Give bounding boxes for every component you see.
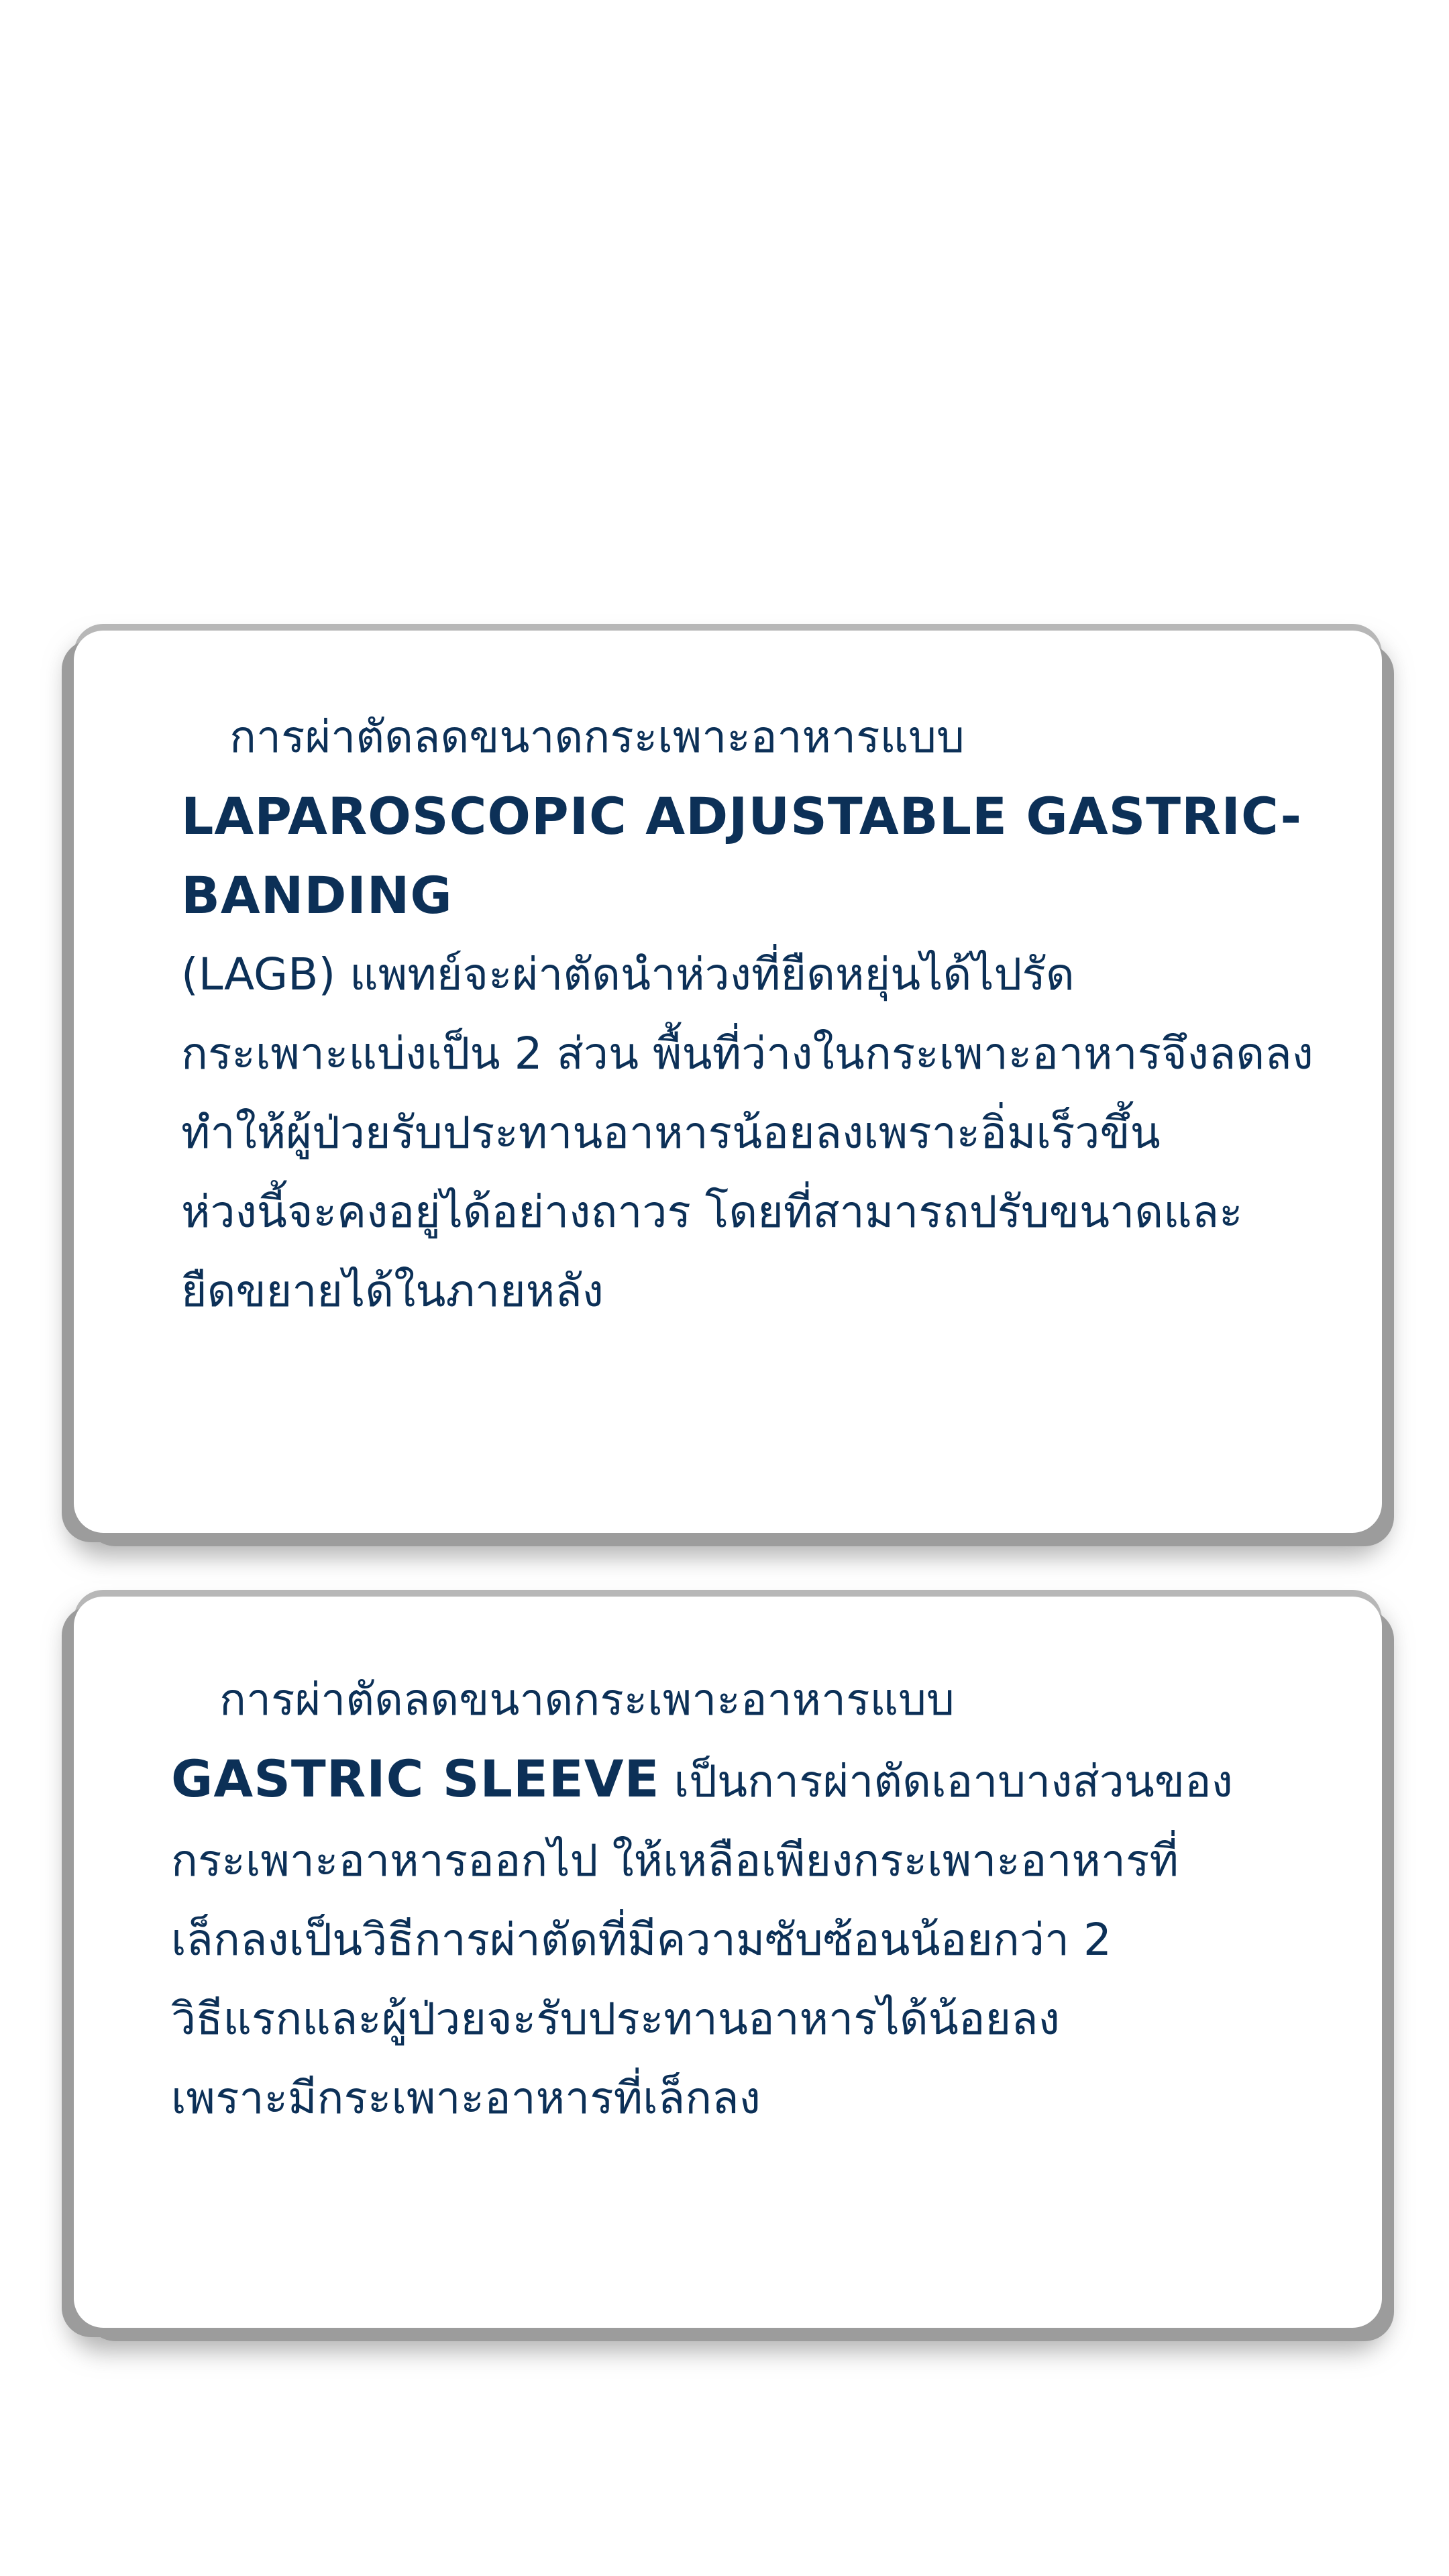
card-intro: การผ่าตัดลดขนาดกระเพาะอาหารแบบ — [229, 711, 965, 763]
card-heading-continuation: เป็นการผ่าตัดเอาบางส่วนของ — [659, 1756, 1233, 1807]
lagb-info-card: การผ่าตัดลดขนาดกระเพาะอาหารแบบ LAPAROSCO… — [74, 631, 1382, 1533]
card-body-line: ยืดขยายได้ในภายหลัง — [181, 1265, 604, 1317]
card-body-line: กระเพาะแบ่งเป็น 2 ส่วน พื้นที่ว่างในกระเ… — [181, 1028, 1313, 1079]
card-heading: GASTRIC SLEEVE — [171, 1749, 660, 1809]
card-body-line: เล็กลงเป็นวิธีการผ่าตัดที่มีความซับซ้อนน… — [171, 1914, 1112, 1966]
gastric-sleeve-info-card: การผ่าตัดลดขนาดกระเพาะอาหารแบบ GASTRIC S… — [74, 1597, 1382, 2328]
card-body-line: กระเพาะอาหารออกไป ให้เหลือเพียงกระเพาะอา… — [171, 1835, 1179, 1886]
card-body-line: วิธีแรกและผู้ป่วยจะรับประทานอาหารได้น้อย… — [171, 1993, 1060, 2045]
card-body-line: (LAGB) แพทย์จะผ่าตัดนำห่วงที่ยืดหยุ่นได้… — [181, 949, 1075, 1000]
card-body-line: เพราะมีกระเพาะอาหารที่เล็กลง — [171, 2072, 761, 2124]
card-heading: LAPAROSCOPIC ADJUSTABLE GASTRIC- BANDING — [181, 786, 1303, 925]
card-body-line: ทำให้ผู้ป่วยรับประทานอาหารน้อยลงเพราะอิ่… — [181, 1107, 1161, 1159]
card-intro: การผ่าตัดลดขนาดกระเพาะอาหารแบบ — [219, 1674, 955, 1725]
card-body-line: ห่วงนี้จะคงอยู่ได้อย่างถาวร โดยที่สามารถ… — [181, 1186, 1243, 1238]
card-lead-line: GASTRIC SLEEVE เป็นการผ่าตัดเอาบางส่วนขอ… — [171, 1739, 1328, 1821]
